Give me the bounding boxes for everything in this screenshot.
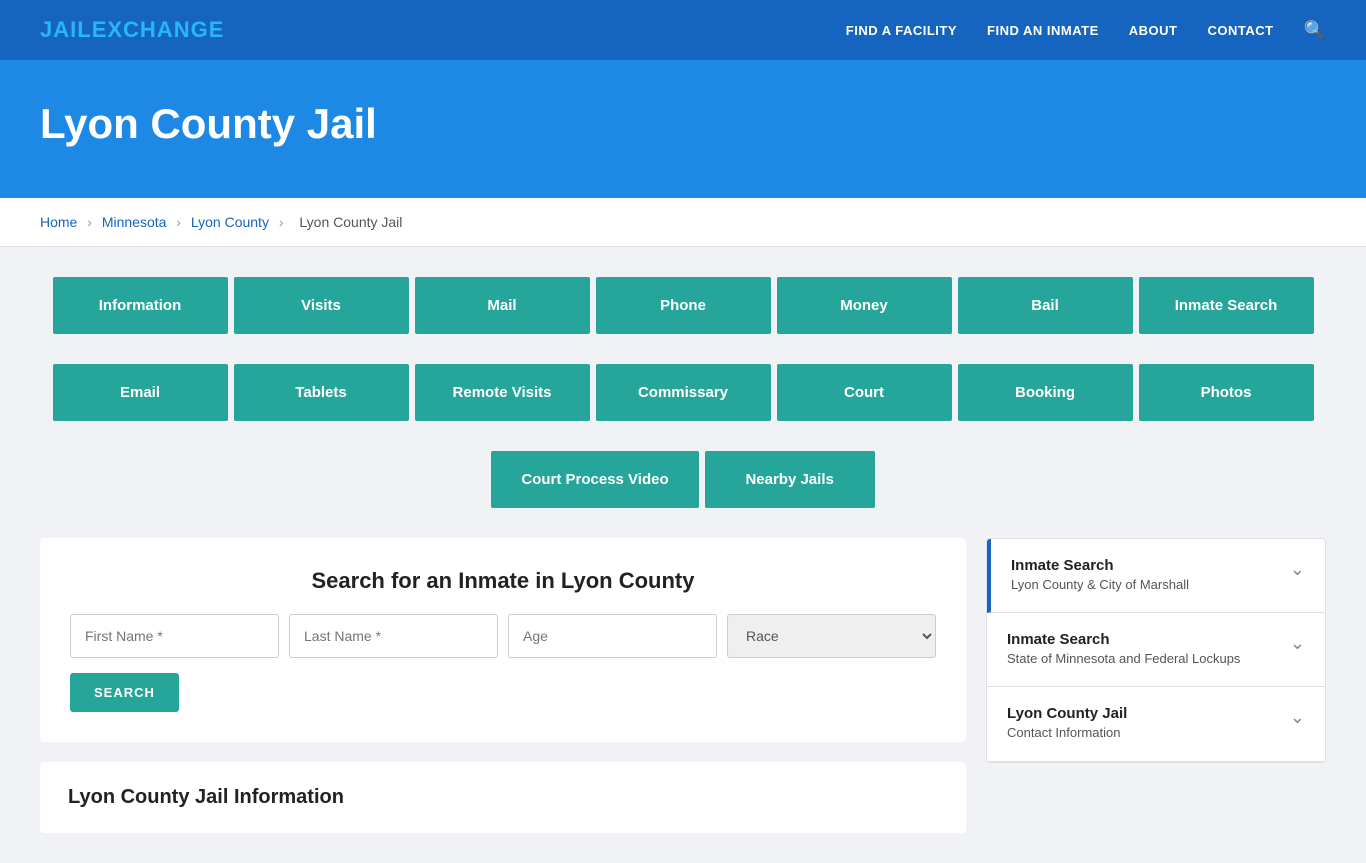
btn-visits[interactable]: Visits	[234, 277, 409, 334]
btn-inmate-search[interactable]: Inmate Search	[1139, 277, 1314, 334]
site-logo[interactable]: JAILEXCHANGE	[40, 17, 224, 43]
button-grid-row1: Information Visits Mail Phone Money Bail…	[40, 277, 1326, 334]
btn-booking[interactable]: Booking	[958, 364, 1133, 421]
btn-nearby-jails[interactable]: Nearby Jails	[705, 451, 875, 508]
search-icon[interactable]: 🔍	[1304, 20, 1326, 41]
search-button[interactable]: SEARCH	[70, 673, 179, 712]
hero-section: Lyon County Jail	[0, 60, 1366, 198]
nav-find-facility[interactable]: FIND A FACILITY	[846, 23, 957, 38]
btn-tablets[interactable]: Tablets	[234, 364, 409, 421]
chevron-down-icon-3: ⌄	[1290, 707, 1305, 728]
race-select[interactable]: Race	[727, 614, 936, 658]
sidebar: Inmate Search Lyon County & City of Mars…	[986, 538, 1326, 763]
breadcrumb-sep-1: ›	[87, 214, 92, 230]
main-content: Information Visits Mail Phone Money Bail…	[0, 247, 1366, 863]
breadcrumb-county[interactable]: Lyon County	[191, 214, 269, 230]
btn-commissary[interactable]: Commissary	[596, 364, 771, 421]
nav-links: FIND A FACILITY FIND AN INMATE ABOUT CON…	[846, 20, 1326, 41]
main-nav: JAILEXCHANGE FIND A FACILITY FIND AN INM…	[0, 0, 1366, 60]
button-grid-row3: Court Process Video Nearby Jails	[40, 451, 1326, 508]
breadcrumb-sep-2: ›	[176, 214, 181, 230]
breadcrumb-state[interactable]: Minnesota	[102, 214, 167, 230]
sidebar-item-inmate-search-state[interactable]: Inmate Search State of Minnesota and Fed…	[987, 613, 1325, 687]
sidebar-item-1-title: Inmate Search	[1011, 557, 1280, 574]
nav-find-inmate[interactable]: FIND AN INMATE	[987, 23, 1099, 38]
page-title: Lyon County Jail	[40, 100, 1326, 148]
btn-information[interactable]: Information	[53, 277, 228, 334]
info-title: Lyon County Jail Information	[68, 786, 938, 809]
logo-jail: JAIL	[40, 17, 92, 42]
btn-court-process-video[interactable]: Court Process Video	[491, 451, 698, 508]
age-input[interactable]	[508, 614, 717, 658]
chevron-down-icon-1: ⌄	[1290, 559, 1305, 580]
search-form: Race	[70, 614, 936, 658]
btn-money[interactable]: Money	[777, 277, 952, 334]
sidebar-item-inmate-search-local[interactable]: Inmate Search Lyon County & City of Mars…	[987, 539, 1325, 613]
breadcrumb: Home › Minnesota › Lyon County › Lyon Co…	[0, 198, 1366, 247]
btn-phone[interactable]: Phone	[596, 277, 771, 334]
button-grid-row2: Email Tablets Remote Visits Commissary C…	[40, 364, 1326, 421]
logo-exchange: EXCHANGE	[92, 17, 225, 42]
nav-about[interactable]: ABOUT	[1129, 23, 1178, 38]
breadcrumb-sep-3: ›	[279, 214, 284, 230]
btn-court[interactable]: Court	[777, 364, 952, 421]
first-name-input[interactable]	[70, 614, 279, 658]
chevron-down-icon-2: ⌄	[1290, 633, 1305, 654]
search-panel: Search for an Inmate in Lyon County Race…	[40, 538, 966, 742]
sidebar-item-1-subtitle: Lyon County & City of Marshall	[1011, 576, 1280, 594]
sidebar-item-2-title: Inmate Search	[1007, 631, 1280, 648]
nav-contact[interactable]: CONTACT	[1207, 23, 1273, 38]
lower-section: Search for an Inmate in Lyon County Race…	[40, 538, 1326, 833]
btn-photos[interactable]: Photos	[1139, 364, 1314, 421]
breadcrumb-home[interactable]: Home	[40, 214, 77, 230]
search-title: Search for an Inmate in Lyon County	[70, 568, 936, 594]
info-section: Lyon County Jail Information	[40, 762, 966, 833]
last-name-input[interactable]	[289, 614, 498, 658]
btn-email[interactable]: Email	[53, 364, 228, 421]
breadcrumb-current: Lyon County Jail	[299, 214, 402, 230]
sidebar-item-2-subtitle: State of Minnesota and Federal Lockups	[1007, 650, 1280, 668]
btn-mail[interactable]: Mail	[415, 277, 590, 334]
btn-remote-visits[interactable]: Remote Visits	[415, 364, 590, 421]
btn-bail[interactable]: Bail	[958, 277, 1133, 334]
sidebar-item-3-subtitle: Contact Information	[1007, 724, 1280, 742]
sidebar-item-3-title: Lyon County Jail	[1007, 705, 1280, 722]
sidebar-item-contact-info[interactable]: Lyon County Jail Contact Information ⌄	[987, 687, 1325, 761]
